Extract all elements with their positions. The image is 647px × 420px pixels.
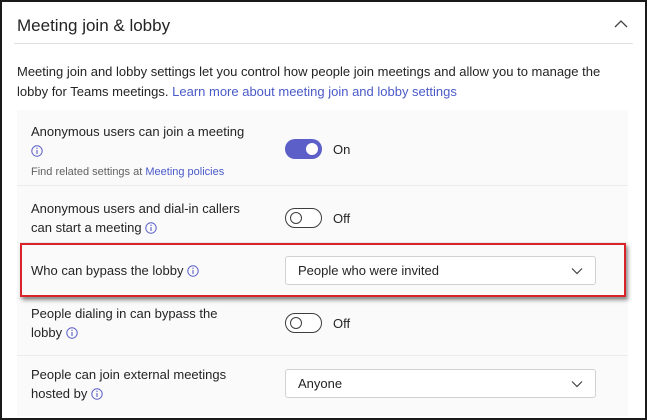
setting-label: People can join external meetings hosted… xyxy=(31,365,226,403)
dropdown-value: Anyone xyxy=(298,376,343,391)
settings-card: Meeting join & lobby Meeting join and lo… xyxy=(0,0,647,420)
meeting-policies-link[interactable]: Meeting policies xyxy=(145,166,224,178)
info-icon[interactable] xyxy=(145,222,157,234)
info-icon[interactable] xyxy=(91,388,103,400)
setting-label-line1: People dialing in can bypass the xyxy=(31,306,218,321)
section-title: Meeting join & lobby xyxy=(17,16,171,35)
related-settings-prefix: Find related settings at xyxy=(31,166,143,178)
setting-label: Anonymous users and dial-in callers can … xyxy=(31,199,240,237)
learn-more-link[interactable]: Learn more about meeting join and lobby … xyxy=(172,84,457,99)
anonymous-start-toggle-state: Off xyxy=(333,211,351,226)
settings-panel: Anonymous users can join a meeting Find … xyxy=(17,110,628,416)
dialin-bypass-toggle[interactable] xyxy=(285,313,322,333)
setting-label-text: Who can bypass the lobby xyxy=(31,263,184,278)
section-header[interactable]: Meeting join & lobby xyxy=(14,4,633,44)
setting-row-external-meetings: People can join external meetings hosted… xyxy=(17,356,628,416)
related-settings-note: Find related settings at Meeting policie… xyxy=(31,166,224,178)
chevron-down-icon xyxy=(571,268,583,275)
setting-row-anonymous-start: Anonymous users and dial-in callers can … xyxy=(17,186,628,243)
section-description: Meeting join and lobby settings let you … xyxy=(17,62,627,102)
chevron-up-icon[interactable] xyxy=(613,18,629,30)
info-icon[interactable] xyxy=(31,145,43,157)
toggle-knob xyxy=(306,143,318,155)
setting-label-line1: Anonymous users and dial-in callers xyxy=(31,201,240,216)
setting-row-bypass-lobby: Who can bypass the lobby People who were… xyxy=(17,243,628,299)
anonymous-join-toggle-state: On xyxy=(333,142,351,157)
setting-label-line2: can start a meeting xyxy=(31,220,142,235)
info-icon[interactable] xyxy=(66,327,78,339)
chevron-down-icon xyxy=(571,381,583,388)
setting-label-line1: People can join external meetings xyxy=(31,367,227,382)
dialin-bypass-toggle-state: Off xyxy=(333,316,351,331)
toggle-knob xyxy=(290,212,302,224)
setting-label: People dialing in can bypass the lobby xyxy=(31,304,217,342)
bypass-lobby-dropdown[interactable]: People who were invited xyxy=(285,256,596,285)
setting-label-line2: lobby xyxy=(31,325,63,340)
anonymous-join-toggle[interactable] xyxy=(285,139,322,159)
info-icon[interactable] xyxy=(187,265,199,277)
setting-label-text: Anonymous users can join a meeting xyxy=(31,124,245,139)
setting-label-line2: hosted by xyxy=(31,386,88,401)
external-meetings-dropdown[interactable]: Anyone xyxy=(285,369,596,398)
anonymous-start-toggle[interactable] xyxy=(285,208,322,228)
setting-label: Anonymous users can join a meeting xyxy=(31,122,244,160)
toggle-knob xyxy=(290,317,302,329)
dropdown-value: People who were invited xyxy=(298,263,439,278)
setting-row-dialin-bypass: People dialing in can bypass the lobby O… xyxy=(17,299,628,356)
setting-row-anonymous-join: Anonymous users can join a meeting Find … xyxy=(17,110,628,186)
setting-label: Who can bypass the lobby xyxy=(31,261,199,280)
